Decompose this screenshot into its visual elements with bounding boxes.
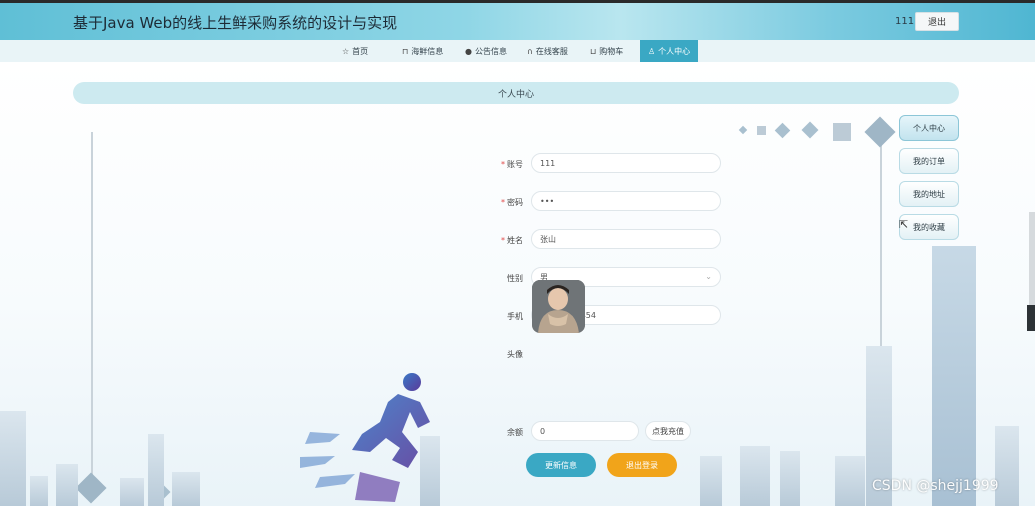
name-label: * 姓名 — [501, 236, 523, 245]
page-title: 个人中心 — [73, 82, 959, 104]
decor-line — [91, 132, 93, 482]
header-logout-button[interactable]: 退出 — [915, 12, 959, 31]
side-item-address[interactable]: 我的地址 — [899, 181, 959, 207]
name-input[interactable]: 张山 — [531, 229, 721, 249]
nav-item-profile[interactable]: ♙ 个人中心 — [640, 40, 699, 62]
cart-icon: ⊔ — [590, 46, 597, 56]
update-info-button[interactable]: 更新信息 — [526, 453, 596, 477]
nav-item-seafood[interactable]: ⊓ 海鲜信息 — [402, 40, 443, 62]
bag-icon: ⊓ — [402, 46, 409, 56]
decor-square — [757, 126, 766, 135]
decor-diamond — [864, 116, 896, 148]
headset-icon: ∩ — [527, 46, 533, 56]
decor-diamond — [738, 125, 748, 135]
nav-item-label: 首页 — [352, 46, 369, 56]
star-icon: ☆ — [342, 46, 350, 56]
skyline-building — [30, 476, 48, 506]
password-label: * 密码 — [501, 198, 523, 207]
logout-button[interactable]: 退出登录 — [607, 453, 677, 477]
nav-item-label: 在线客服 — [535, 46, 568, 56]
nav-item-cart[interactable]: ⊔ 购物车 — [590, 40, 623, 62]
skyline-building — [932, 246, 976, 506]
nav-item-home[interactable]: ☆ 首页 — [342, 40, 368, 62]
site-title: 基于Java Web的线上生鲜采购系统的设计与实现 — [73, 14, 398, 32]
side-float-tab[interactable] — [1027, 305, 1035, 331]
nav-item-label: 个人中心 — [658, 46, 691, 56]
mouse-cursor-icon: ⇱ — [899, 218, 909, 231]
nav-item-label: 购物车 — [599, 46, 624, 56]
nav-item-label: 海鲜信息 — [411, 46, 444, 56]
runner-illustration — [300, 373, 430, 502]
skyline-building — [172, 472, 200, 506]
watermark: CSDN @shejj1999 — [872, 478, 999, 494]
page-body: 个人中心 — [0, 62, 1035, 506]
skyline-building — [120, 478, 144, 506]
account-label: * 账号 — [501, 160, 523, 169]
info-icon: ● — [465, 46, 472, 56]
decor-diamond — [801, 121, 819, 139]
nav-item-label: 公告信息 — [474, 46, 507, 56]
skyline-building — [148, 434, 164, 506]
balance-input[interactable]: 0 — [531, 421, 639, 441]
chevron-down-icon: ⌄ — [705, 272, 712, 281]
skyline-building — [0, 411, 26, 506]
phone-label: 手机 — [507, 312, 523, 321]
decor-square — [833, 123, 851, 141]
recharge-button[interactable]: 点我充值 — [645, 421, 691, 441]
account-input[interactable]: 111 — [531, 153, 721, 173]
avatar-label: 头像 — [507, 350, 523, 359]
skyline-building — [740, 446, 770, 506]
decor-diamond — [774, 122, 791, 139]
current-username: 111 — [895, 16, 915, 27]
gender-label: 性别 — [507, 274, 523, 283]
side-item-orders[interactable]: 我的订单 — [899, 148, 959, 174]
user-icon: ♙ — [648, 46, 656, 56]
skyline-building — [700, 456, 722, 506]
decor-diamond — [75, 472, 107, 504]
balance-label: 余额 — [507, 428, 523, 437]
main-nav: ☆ 首页 ⊓ 海鲜信息 ● 公告信息 ∩ 在线客服 ⊔ 购物车 ♙ 个人中心 — [0, 40, 1035, 62]
skyline-building — [995, 426, 1019, 506]
avatar[interactable] — [532, 280, 585, 333]
password-input[interactable]: ••• — [531, 191, 721, 211]
nav-item-service[interactable]: ∩ 在线客服 — [527, 40, 568, 62]
skyline-building — [56, 464, 78, 506]
skyline-building — [835, 456, 865, 506]
top-header: 基于Java Web的线上生鲜采购系统的设计与实现 111 退出 — [0, 0, 1035, 40]
side-item-profile[interactable]: 个人中心 — [899, 115, 959, 141]
nav-item-notice[interactable]: ● 公告信息 — [465, 40, 507, 62]
avatar-photo-icon — [532, 280, 585, 333]
skyline-building — [780, 451, 800, 506]
